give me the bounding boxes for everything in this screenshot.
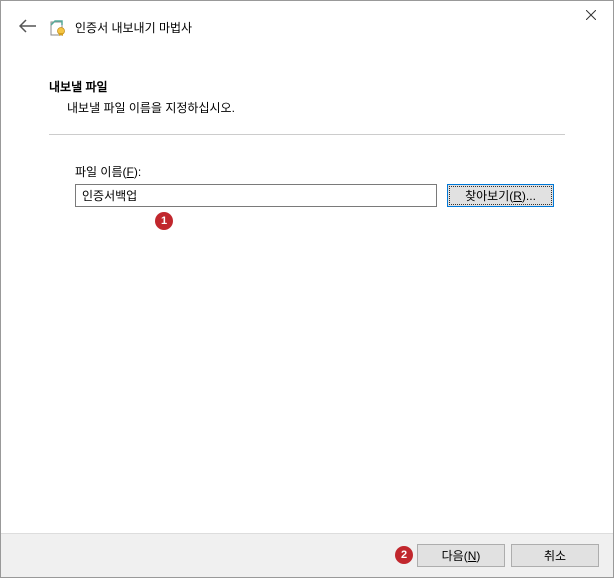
cancel-button[interactable]: 취소 xyxy=(511,544,599,567)
browse-button[interactable]: 찾아보기(R)... xyxy=(447,184,554,207)
wizard-title: 인증서 내보내기 마법사 xyxy=(75,19,192,36)
section-description: 내보낼 파일 이름을 지정하십시오. xyxy=(49,99,565,116)
filename-input[interactable] xyxy=(75,184,437,207)
close-icon xyxy=(586,10,596,20)
back-button[interactable] xyxy=(15,15,41,40)
file-section: 파일 이름(F): 찾아보기(R)... xyxy=(49,163,565,207)
filename-label: 파일 이름(F): xyxy=(75,163,565,180)
wizard-footer: 다음(N) 취소 xyxy=(1,533,613,577)
wizard-content: 내보낼 파일 내보낼 파일 이름을 지정하십시오. 파일 이름(F): 찾아보기… xyxy=(1,48,613,227)
back-arrow-icon xyxy=(19,19,37,33)
annotation-marker-2: 2 xyxy=(395,546,413,564)
certificate-icon xyxy=(49,19,67,37)
close-button[interactable] xyxy=(568,1,613,29)
annotation-marker-1: 1 xyxy=(155,212,173,230)
next-button[interactable]: 다음(N) xyxy=(417,544,505,567)
input-row: 찾아보기(R)... xyxy=(75,184,565,207)
wizard-header: 인증서 내보내기 마법사 xyxy=(1,1,613,48)
section-heading: 내보낼 파일 xyxy=(49,78,565,95)
divider xyxy=(49,134,565,135)
